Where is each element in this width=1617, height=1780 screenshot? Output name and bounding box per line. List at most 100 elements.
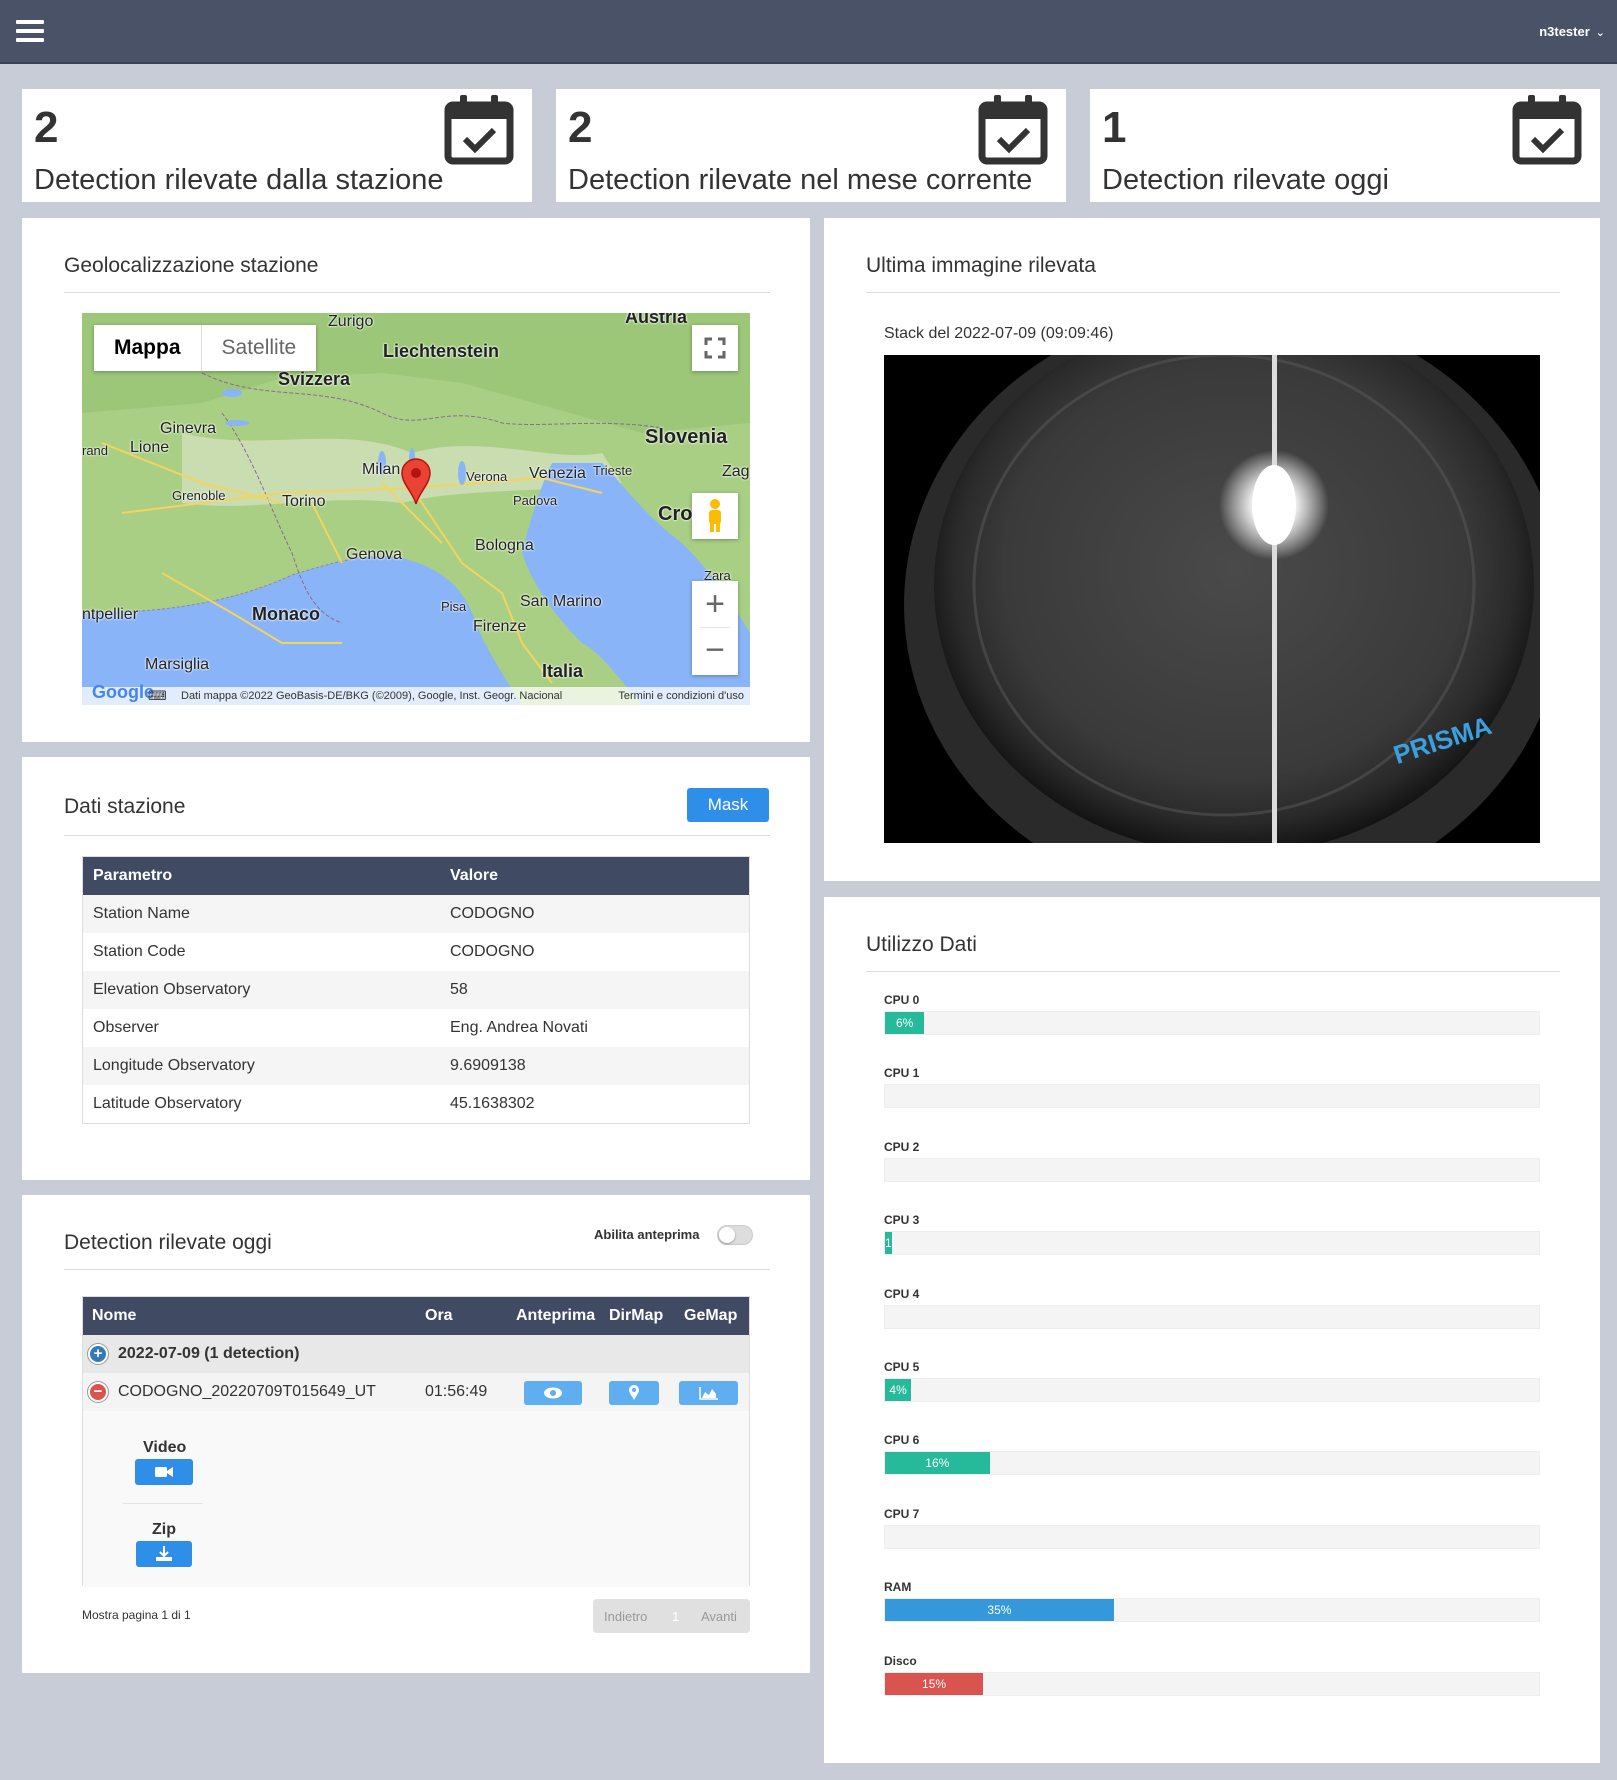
map-place-label: Cro: [658, 503, 693, 525]
usage-progress-bar: [884, 1524, 1540, 1549]
geolocation-panel: Geolocalizzazione stazione Zurigo Austri…: [22, 218, 810, 742]
google-logo: Google: [92, 682, 154, 702]
map-place-label: Torino: [282, 493, 326, 510]
detection-details: Video Zip: [83, 1411, 749, 1587]
zip-download-button[interactable]: [136, 1541, 192, 1567]
panel-title: Utilizzo Dati: [866, 933, 977, 956]
column-header: Parametro: [83, 857, 440, 895]
stat-value: 1: [1102, 103, 1127, 152]
prev-page-button[interactable]: Indietro: [604, 1609, 647, 1624]
table-row: Longitude Observatory 9.6909138: [83, 1047, 749, 1085]
stat-label: Detection rilevate oggi: [1102, 164, 1389, 196]
station-map[interactable]: Zurigo Austria Liechtenstein Svizzera Gi…: [82, 313, 750, 705]
column-header: DirMap: [609, 1307, 664, 1324]
today-detections-panel: Detection rilevate oggi Abilita anteprim…: [22, 1195, 810, 1673]
map-place-label: Genova: [346, 546, 403, 563]
usage-progress-bar: 1: [884, 1231, 1540, 1256]
usage-progress-bar: [884, 1304, 1540, 1329]
detections-table: Nome Ora Anteprima DirMap GeMap + 2022-0…: [82, 1296, 750, 1587]
table-row: Station Name CODOGNO: [83, 895, 749, 933]
video-camera-icon: [155, 1467, 173, 1477]
station-table: Parametro Valore Station Name CODOGNO Sta…: [82, 856, 750, 1124]
last-image-panel: Ultima immagine rilevata Stack del 2022-…: [824, 218, 1600, 881]
data-usage-panel: Utilizzo Dati CPU 0 6% CPU 1 CPU 2 CPU 3 1 CPU…: [824, 897, 1600, 1763]
preview-eye-button[interactable]: [524, 1381, 582, 1405]
area-chart-icon: [699, 1387, 718, 1400]
zip-label: Zip: [152, 1521, 176, 1538]
usage-progress-bar: [884, 1157, 1540, 1182]
map-place-label: ntpellier: [82, 606, 139, 623]
usage-progress-fill: 35%: [885, 1599, 1114, 1622]
map-place-label: Marsiglia: [145, 656, 210, 673]
usage-label: CPU 6: [884, 1433, 920, 1448]
gemap-button[interactable]: [679, 1381, 738, 1405]
zoom-out-icon[interactable]: −: [692, 628, 738, 674]
map-place-label: rand: [82, 443, 109, 458]
table-cell: 9.6909138: [440, 1047, 749, 1085]
user-menu[interactable]: n3tester ⌄: [1539, 24, 1605, 39]
zoom-in-icon[interactable]: +: [692, 581, 738, 627]
menu-toggle-icon[interactable]: [16, 20, 44, 44]
date-group-label: 2022-07-09 (1 detection): [118, 1345, 300, 1362]
map-place-label: Svizzera: [278, 369, 351, 389]
usage-label: RAM: [884, 1580, 912, 1595]
usage-progress-fill: 15%: [885, 1672, 984, 1695]
zoom-control: + −: [692, 581, 738, 675]
collapse-minus-icon[interactable]: −: [88, 1382, 108, 1402]
top-navbar: n3tester ⌄: [0, 0, 1617, 64]
detection-name: CODOGNO_20220709T015649_UT: [118, 1383, 376, 1400]
table-cell: CODOGNO: [450, 943, 535, 960]
expand-plus-icon[interactable]: +: [88, 1344, 108, 1364]
calendar-check-icon: [1512, 95, 1582, 165]
calendar-check-icon: [978, 95, 1048, 165]
map-place-label: Bologna: [475, 537, 534, 554]
table-row: Latitude Observatory 45.1638302: [83, 1085, 749, 1123]
usage-progress-bar: 16%: [884, 1451, 1540, 1476]
table-cell: Station Name: [83, 895, 440, 933]
map-type-map-button[interactable]: Mappa: [94, 325, 201, 371]
allsky-stack-image: [884, 355, 1540, 843]
table-row: − CODOGNO_20220709T015649_UT 01:56:49: [83, 1373, 749, 1411]
usage-progress-fill: 1: [885, 1232, 892, 1255]
page-info: Mostra pagina 1 di 1: [82, 1608, 191, 1622]
date-group-row[interactable]: + 2022-07-09 (1 detection): [83, 1335, 749, 1373]
table-cell: Latitude Observatory: [93, 1095, 242, 1112]
video-button[interactable]: [135, 1459, 193, 1485]
column-header: Valore: [440, 857, 749, 895]
page-number[interactable]: 1: [672, 1609, 679, 1624]
map-place-label: Padova: [513, 493, 558, 508]
map-type-satellite-button[interactable]: Satellite: [200, 325, 317, 371]
dirmap-button[interactable]: [609, 1381, 659, 1405]
map-terms-link[interactable]: Termini e condizioni d'uso: [618, 687, 744, 705]
detection-time: 01:56:49: [425, 1383, 488, 1400]
usage-progress-fill: 6%: [885, 1012, 925, 1034]
street-view-pegman-icon[interactable]: [692, 493, 738, 539]
divider: [64, 292, 770, 293]
calendar-check-icon: [444, 95, 514, 165]
table-cell: Eng. Andrea Novati: [450, 1019, 588, 1036]
map-type-control: Mappa Satellite: [94, 325, 317, 371]
preview-toggle-label: Abilita anteprima: [594, 1227, 700, 1242]
panel-title: Geolocalizzazione stazione: [64, 254, 319, 277]
next-page-button[interactable]: Avanti: [701, 1609, 737, 1624]
pagination: Indietro 1 Avanti: [593, 1599, 750, 1633]
eye-icon: [544, 1387, 562, 1399]
column-header: GeMap: [684, 1307, 738, 1324]
usage-label: CPU 3: [884, 1213, 920, 1228]
map-place-label: Milan: [362, 461, 401, 478]
usage-progress-bar: 35%: [884, 1598, 1540, 1623]
map-place-label: Grenoble: [172, 488, 226, 503]
usage-progress-bar: 4%: [884, 1378, 1540, 1402]
map-place-label: Lione: [130, 439, 170, 456]
table-cell: Station Code: [93, 943, 186, 960]
preview-toggle[interactable]: [717, 1225, 753, 1245]
divider: [64, 835, 770, 836]
usage-progress-fill: 4%: [885, 1379, 912, 1401]
divider: [64, 1269, 770, 1270]
fullscreen-icon[interactable]: [692, 325, 738, 371]
map-marker-icon[interactable]: [400, 458, 432, 506]
mask-button[interactable]: Mask: [687, 788, 769, 822]
keyboard-icon[interactable]: ⌨: [148, 687, 167, 705]
panel-title: Ultima immagine rilevata: [866, 254, 1096, 277]
stat-card-month: 2 Detection rilevate nel mese corrente: [556, 89, 1066, 202]
